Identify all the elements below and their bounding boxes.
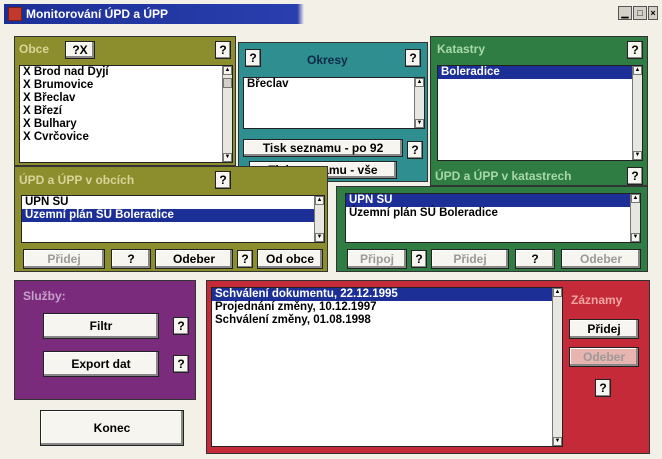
title-bar: Monitorování ÚPD a ÚPP ▁ □ ×	[4, 4, 658, 24]
list-item[interactable]: X Brod nad Dyjí	[20, 66, 232, 79]
scroll-up-icon[interactable]: ▲	[315, 196, 324, 205]
zaznamy-add-button[interactable]: Přidej	[569, 319, 639, 339]
scroll-down-icon[interactable]: ▼	[633, 151, 642, 160]
okresy-list[interactable]: Břeclav ▲ ▼	[243, 77, 425, 129]
obce-label: Obce	[19, 42, 50, 56]
upd-katastry-list[interactable]: ÚPN SÚ Územní plán SÚ Boleradice ▲ ▼	[345, 193, 641, 243]
upd-obce-help-button[interactable]: ?	[215, 171, 231, 189]
obce-list[interactable]: X Brod nad Dyjí X Brumovice X Břeclav X …	[19, 65, 233, 163]
list-item[interactable]: X Brumovice	[20, 79, 232, 92]
upd-katastry-help2-button[interactable]: ?	[411, 250, 427, 268]
upd-katastry-label: ÚPD a ÚPP v katastrech	[435, 169, 572, 183]
maximize-icon[interactable]: □	[633, 6, 647, 20]
list-item[interactable]: Schválení dokumentu, 22.12.1995	[212, 288, 562, 301]
okresy-help-button[interactable]: ?	[405, 49, 421, 67]
list-item[interactable]: X Cvrčovice	[20, 131, 232, 144]
list-item[interactable]: Schválení změny, 01.08.1998	[212, 314, 562, 327]
scroll-down-icon[interactable]: ▼	[315, 233, 324, 242]
katastry-label: Katastry	[437, 42, 486, 56]
scroll-up-icon[interactable]: ▲	[415, 78, 424, 87]
scroll-down-icon[interactable]: ▼	[415, 119, 424, 128]
export-help-button[interactable]: ?	[173, 355, 189, 373]
okresy-scrollbar[interactable]: ▲ ▼	[414, 78, 424, 128]
upd-obce-list[interactable]: ÚPN SÚ Územní plán SÚ Boleradice ▲ ▼	[21, 195, 325, 243]
upd-katastry-scrollbar[interactable]: ▲ ▼	[630, 194, 640, 242]
list-item[interactable]: Břeclav	[244, 78, 424, 91]
minimize-icon[interactable]: ▁	[618, 6, 632, 20]
list-item[interactable]: ÚPN SÚ	[346, 194, 640, 207]
exit-button[interactable]: Konec	[40, 410, 184, 446]
app-icon	[8, 7, 22, 21]
from-obec-button[interactable]: Od obce	[257, 249, 323, 269]
sluzby-label: Služby:	[23, 289, 66, 303]
list-item[interactable]: Územní plán SÚ Boleradice	[346, 207, 640, 220]
scroll-up-icon[interactable]: ▲	[633, 66, 642, 75]
window-title: Monitorování ÚPD a ÚPP	[26, 7, 169, 21]
export-data-button[interactable]: Export dat	[43, 351, 159, 377]
okresy-label: Okresy	[307, 53, 348, 67]
obce-scrollbar[interactable]: ▲ ▼	[222, 66, 232, 162]
zaznamy-list[interactable]: Schválení dokumentu, 22.12.1995 Projedná…	[211, 287, 563, 447]
close-icon[interactable]: ×	[648, 6, 658, 20]
upd-katastry-panel: ÚPN SÚ Územní plán SÚ Boleradice ▲ ▼ Při…	[336, 186, 648, 272]
obce-help-button[interactable]: ?	[215, 41, 231, 59]
obce-toggle-button[interactable]: ?X	[65, 41, 95, 59]
list-item[interactable]: X Břeclav	[20, 92, 232, 105]
upd-katastry-remove-button[interactable]: Odeber	[561, 249, 641, 269]
upd-katastry-help-button[interactable]: ?	[627, 167, 643, 185]
scroll-up-icon[interactable]: ▲	[223, 66, 232, 75]
scroll-down-icon[interactable]: ▼	[223, 153, 232, 162]
okresy-help-left-button[interactable]: ?	[245, 49, 261, 67]
print-list-po92-button[interactable]: Tisk seznamu - po 92	[243, 139, 403, 157]
scroll-thumb[interactable]	[223, 78, 232, 88]
scroll-up-icon[interactable]: ▲	[631, 194, 640, 203]
okresy-panel: ? Okresy ? Břeclav ▲ ▼ Tisk seznamu - po…	[238, 42, 428, 182]
upd-katastry-add-button[interactable]: Přidej	[431, 249, 509, 269]
obce-panel: Obce ?X ? X Brod nad Dyjí X Brumovice X …	[14, 36, 236, 166]
print-help-button[interactable]: ?	[407, 141, 423, 159]
zaznamy-scrollbar[interactable]: ▲ ▼	[552, 288, 562, 446]
list-item[interactable]: Územní plán SÚ Boleradice	[22, 209, 324, 222]
upd-obce-help2-button[interactable]: ?	[111, 249, 151, 269]
upd-obce-label: ÚPD a ÚPP v obcích	[19, 173, 135, 187]
list-item[interactable]: X Březí	[20, 105, 232, 118]
upd-obce-help3-button[interactable]: ?	[237, 250, 253, 268]
scroll-up-icon[interactable]: ▲	[553, 288, 562, 297]
katastry-panel: Katastry ? Boleradice ▲ ▼ ÚPD a ÚPP v ka…	[430, 36, 648, 186]
upd-obce-panel: ÚPD a ÚPP v obcích ? ÚPN SÚ Územní plán …	[14, 166, 328, 272]
katastry-help-button[interactable]: ?	[627, 41, 643, 59]
katastry-list[interactable]: Boleradice ▲ ▼	[437, 65, 643, 161]
filter-button[interactable]: Filtr	[43, 313, 159, 339]
zaznamy-help-button[interactable]: ?	[595, 379, 611, 397]
upd-katastry-connect-button[interactable]: Připoj	[347, 249, 407, 269]
sluzby-panel: Služby: Filtr ? Export dat ?	[14, 280, 196, 400]
list-item[interactable]: Boleradice	[438, 66, 642, 79]
scroll-down-icon[interactable]: ▼	[631, 233, 640, 242]
filter-help-button[interactable]: ?	[173, 317, 189, 335]
zaznamy-panel: Schválení dokumentu, 22.12.1995 Projedná…	[206, 280, 650, 454]
zaznamy-remove-button[interactable]: Odeber	[569, 347, 639, 367]
upd-obce-remove-button[interactable]: Odeber	[155, 249, 233, 269]
zaznamy-label: Záznamy	[571, 293, 623, 307]
upd-obce-scrollbar[interactable]: ▲ ▼	[314, 196, 324, 242]
list-item[interactable]: ÚPN SÚ	[22, 196, 324, 209]
upd-obce-add-button[interactable]: Přidej	[23, 249, 105, 269]
list-item[interactable]: X Bulhary	[20, 118, 232, 131]
scroll-down-icon[interactable]: ▼	[553, 437, 562, 446]
katastry-scrollbar[interactable]: ▲ ▼	[632, 66, 642, 160]
upd-katastry-help3-button[interactable]: ?	[515, 249, 555, 269]
list-item[interactable]: Projednání změny, 10.12.1997	[212, 301, 562, 314]
